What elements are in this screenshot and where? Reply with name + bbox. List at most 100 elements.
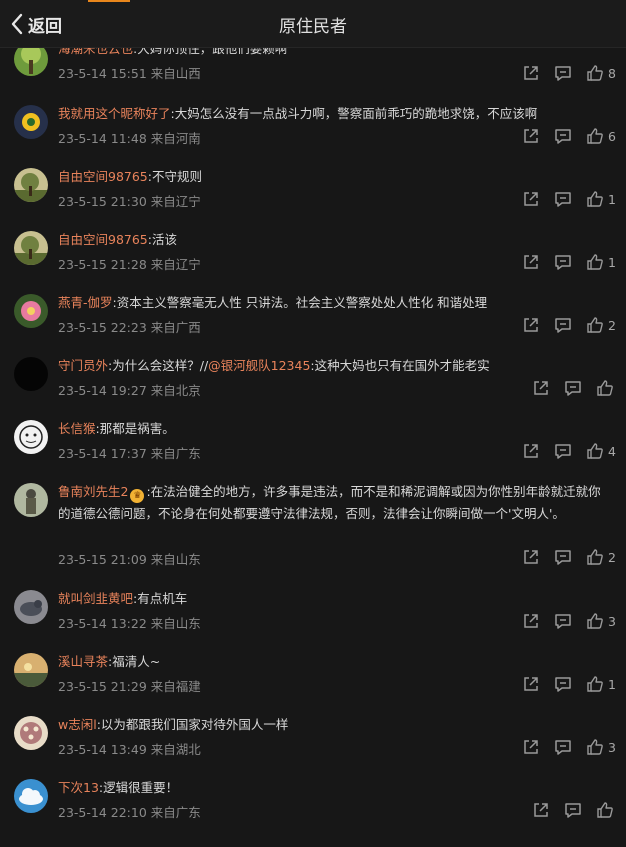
comment-actions: 3 (508, 611, 616, 631)
comment-meta: 23-5-15 21:28 来自辽宁 (58, 254, 201, 273)
comment-meta: 23-5-14 11:48 来自河南 (58, 128, 201, 147)
like-button[interactable]: 1 (586, 675, 616, 693)
comment-actions: 6 (508, 126, 616, 146)
share-icon[interactable] (522, 675, 540, 693)
like-count: 6 (608, 128, 616, 144)
comment-icon[interactable] (564, 801, 582, 819)
username-link[interactable]: 溪山寻茶 (58, 654, 108, 669)
username-link[interactable]: 自由空间98765 (58, 232, 148, 247)
like-count: 3 (608, 613, 616, 629)
comment-icon[interactable] (564, 379, 582, 397)
share-icon[interactable] (522, 612, 540, 630)
comment-content: 鲁南刘先生2 ♛:在法治健全的地方，许多事是违法，而不是和稀泥调解或因为你性别年龄… (58, 481, 612, 525)
username-link[interactable]: 鲁南刘先生2 (58, 484, 128, 499)
share-icon[interactable] (522, 738, 540, 756)
like-count: 1 (608, 676, 616, 692)
chevron-left-icon (10, 13, 24, 35)
avatar[interactable] (14, 105, 48, 139)
username-link[interactable]: 守门员外 (58, 358, 108, 373)
avatar[interactable] (14, 483, 48, 517)
share-icon[interactable] (522, 127, 540, 145)
username-link[interactable]: 燕青-伽罗 (58, 295, 113, 310)
comment-text: :为什么会这样？// (108, 358, 209, 373)
like-button[interactable]: 1 (586, 190, 616, 208)
avatar[interactable] (14, 294, 48, 328)
like-button[interactable]: 3 (586, 738, 616, 756)
thumbs-up-icon (596, 801, 614, 819)
like-button[interactable] (596, 801, 614, 819)
like-button[interactable]: 1 (586, 253, 616, 271)
comment-icon[interactable] (554, 64, 572, 82)
like-count: 2 (608, 549, 616, 565)
location-label: 来自湖北 (150, 742, 201, 757)
comment-icon[interactable] (554, 442, 572, 460)
comment-icon[interactable] (554, 675, 572, 693)
share-icon[interactable] (532, 379, 550, 397)
like-button[interactable]: 3 (586, 612, 616, 630)
comment-content: 自由空间98765:不守规则 (58, 166, 612, 188)
like-count: 4 (608, 443, 616, 459)
comment-meta: 23-5-14 22:10 来自广东 (58, 802, 201, 821)
comment-content: 我就用这个昵称好了:大妈怎么没有一点战斗力啊，警察面前乖巧的跪地求饶，不应该啊 (58, 103, 612, 125)
username-link[interactable]: w志闲l (58, 717, 97, 732)
comment-icon[interactable] (554, 190, 572, 208)
comment-content: 守门员外:为什么会这样？//@银河舰队12345:这种大妈也只有在国外才能老实 (58, 355, 612, 377)
timestamp: 23-5-15 21:30 (58, 194, 147, 209)
timestamp: 23-5-14 22:10 (58, 805, 147, 820)
share-icon[interactable] (522, 64, 540, 82)
like-button[interactable]: 6 (586, 127, 616, 145)
username-link[interactable]: 我就用这个昵称好了 (58, 106, 171, 121)
avatar[interactable] (14, 779, 48, 813)
thumbs-up-icon (586, 316, 604, 334)
location-label: 来自山东 (150, 616, 201, 631)
avatar[interactable] (14, 716, 48, 750)
vip-badge-icon: ♛ (130, 489, 145, 503)
share-icon[interactable] (522, 548, 540, 566)
avatar[interactable] (14, 168, 48, 202)
thumbs-up-icon (586, 675, 604, 693)
username-link[interactable]: 海潮米也云也 (58, 48, 133, 56)
thumbs-up-icon (586, 64, 604, 82)
like-button[interactable]: 4 (586, 442, 616, 460)
avatar[interactable] (14, 590, 48, 624)
comment-text: :有点机车 (133, 591, 188, 606)
comment-icon[interactable] (554, 316, 572, 334)
comment-icon[interactable] (554, 548, 572, 566)
like-count: 1 (608, 191, 616, 207)
avatar[interactable] (14, 653, 48, 687)
thumbs-up-icon (596, 379, 614, 397)
back-button[interactable]: 返回 (10, 8, 62, 40)
comment-meta: 23-5-14 13:49 来自湖北 (58, 739, 201, 758)
share-icon[interactable] (522, 316, 540, 334)
like-button[interactable]: 8 (586, 64, 616, 82)
avatar[interactable] (14, 48, 48, 76)
location-label: 来自山西 (150, 66, 201, 81)
username-link[interactable]: 就叫剑韭黄吧 (58, 591, 133, 606)
location-label: 来自辽宁 (150, 194, 201, 209)
comment-icon[interactable] (554, 127, 572, 145)
comment-list[interactable]: 海潮米也云也:大妈你顶住，跟他们耍赖啊 23-5-14 15:51 来自山西 8 我就… (0, 48, 626, 847)
share-icon[interactable] (522, 442, 540, 460)
avatar[interactable] (14, 420, 48, 454)
comment-text: :资本主义警察毫无人性 只讲法。社会主义警察处处人性化 和谐处理 (112, 295, 488, 310)
comment-text: :以为都跟我们国家对待外国人一样 (96, 717, 289, 732)
username-link[interactable]: 长信猴 (58, 421, 96, 436)
like-button[interactable]: 2 (586, 548, 616, 566)
comment-icon[interactable] (554, 612, 572, 630)
like-button[interactable]: 2 (586, 316, 616, 334)
comment-content: w志闲l:以为都跟我们国家对待外国人一样 (58, 714, 612, 736)
comment-icon[interactable] (554, 738, 572, 756)
share-icon[interactable] (522, 190, 540, 208)
timestamp: 23-5-14 13:22 (58, 616, 147, 631)
share-icon[interactable] (532, 801, 550, 819)
location-label: 来自辽宁 (150, 257, 201, 272)
comment-icon[interactable] (554, 253, 572, 271)
mention-link[interactable]: @银河舰队12345 (208, 358, 310, 373)
share-icon[interactable] (522, 253, 540, 271)
comment-meta: 23-5-15 22:23 来自广西 (58, 317, 201, 336)
username-link[interactable]: 自由空间98765 (58, 169, 148, 184)
like-button[interactable] (596, 379, 614, 397)
username-link[interactable]: 下次13 (58, 780, 99, 795)
avatar[interactable] (14, 357, 48, 391)
avatar[interactable] (14, 231, 48, 265)
